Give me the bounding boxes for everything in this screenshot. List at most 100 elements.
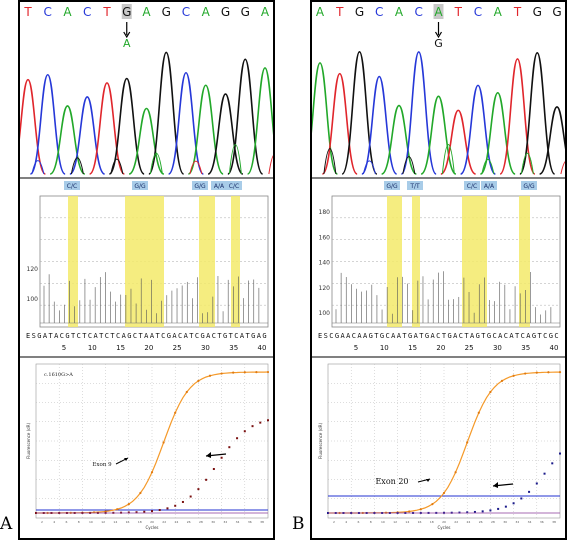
second-curve-marker xyxy=(267,419,269,422)
dispensation-index: 35 xyxy=(521,344,530,352)
genotype-tag: G/G xyxy=(386,183,398,190)
genotype-highlight-band xyxy=(462,196,487,327)
amp-x-tick: 12 xyxy=(101,520,105,524)
dispensation-letter: G xyxy=(476,332,480,340)
dispensation-letter: C xyxy=(212,332,216,340)
base-call: G xyxy=(241,5,250,19)
second-curve-marker xyxy=(166,507,169,510)
amp-x-tick: 8 xyxy=(78,520,80,524)
trace-peak xyxy=(246,67,273,175)
orange-curve-marker xyxy=(208,374,212,377)
second-curve-marker xyxy=(181,500,184,503)
second-curve-marker xyxy=(228,446,231,449)
second-curve-marker xyxy=(251,425,254,428)
amp-x-tick: 12 xyxy=(393,520,397,524)
dispensation-index: 15 xyxy=(408,344,417,352)
genotype-tag: G/G xyxy=(134,183,146,190)
genotype-tag: G/G xyxy=(523,183,535,190)
dispensation-letter: A xyxy=(54,332,59,340)
orange-curve-marker xyxy=(150,471,154,474)
second-curve-marker xyxy=(504,505,507,508)
trace-minor-peak xyxy=(31,160,45,175)
pyrogram-y-tick: 180 xyxy=(319,209,331,216)
pyrogram-y-tick: 120 xyxy=(319,285,331,292)
pyrogram-y-tick: 120 xyxy=(27,266,39,273)
dispensation-letter: C xyxy=(459,332,463,340)
dispensation-letter: G xyxy=(425,332,429,340)
genotype-tag: C/C xyxy=(467,183,477,190)
orange-curve-marker xyxy=(162,441,165,444)
orange-curve-marker xyxy=(489,390,492,394)
base-call: C xyxy=(474,5,482,19)
orange-curve-marker xyxy=(419,508,422,511)
dispensation-letter: S xyxy=(324,332,328,340)
dispensation-index: 40 xyxy=(550,344,559,352)
trace-minor-peak xyxy=(110,158,124,175)
orange-curve-marker xyxy=(500,379,504,382)
amp-x-tick: 34 xyxy=(236,520,240,524)
amp-x-tick: 26 xyxy=(479,520,483,524)
dispensation-index: 15 xyxy=(116,344,125,352)
base-call: T xyxy=(335,5,344,19)
dispensation-letter: C xyxy=(352,332,356,340)
dispensation-letter: G xyxy=(369,332,373,340)
base-call: T xyxy=(513,5,522,19)
amp-x-tick: 34 xyxy=(528,520,532,524)
amp-x-tick: 10 xyxy=(89,520,93,524)
second-curve-marker xyxy=(212,468,215,471)
second-curve-marker xyxy=(535,482,538,485)
amp-plot-frame xyxy=(35,363,269,519)
amp-x-tick: 18 xyxy=(430,520,434,524)
dispensation-letter: G xyxy=(223,332,227,340)
pyrogram-y-tick: 100 xyxy=(27,296,39,303)
pyrogram-b: G/G T/T C/C A/A G/G180160140120100E S C G A A C A A G… xyxy=(312,181,565,358)
dispensation-letter: T xyxy=(82,332,87,340)
orange-curve-marker xyxy=(116,508,119,511)
dispensation-index: 20 xyxy=(144,344,153,352)
amp-x-tick: 24 xyxy=(175,520,179,524)
trace-peak xyxy=(539,106,565,175)
orange-curve-marker xyxy=(466,441,469,444)
second-curve-marker xyxy=(189,495,192,498)
dispensation-index: 30 xyxy=(493,344,502,352)
amp-x-tick: 16 xyxy=(126,520,130,524)
dispensation-letter: T xyxy=(155,332,160,340)
genotype-tag: C/C xyxy=(229,183,239,190)
base-call: T xyxy=(454,5,463,19)
dispensation-index: 5 xyxy=(62,344,66,352)
second-curve-marker xyxy=(481,510,484,513)
dispensation-letter: A xyxy=(346,332,351,340)
amp-x-tick: 32 xyxy=(223,520,227,524)
amp-x-tick: 2 xyxy=(41,520,43,524)
base-call: C xyxy=(182,5,190,19)
pyrogram-a: C/C G/G G/G A/A C/C100120E S G A T A C G T C T C A T C T C A G… xyxy=(20,181,273,358)
amp-x-tick: 36 xyxy=(540,520,544,524)
dispensation-letter: A xyxy=(172,332,177,340)
dispensation-letter: G xyxy=(37,332,41,340)
panel-label-a: A xyxy=(0,514,13,534)
panel-b-figure: A T G C A C A T C A T G GG G/G T/T C/C A/A G/G1801601401… xyxy=(312,4,565,530)
amp-y-axis-title: Fluorescence (dR) xyxy=(26,423,31,460)
chromatogram-b: A T G C A C A T C A T G GG xyxy=(312,4,565,179)
amp-x-tick: 30 xyxy=(503,520,507,524)
dispensation-letter: A xyxy=(43,332,48,340)
second-curve-marker xyxy=(528,490,531,493)
variant-base-call: A xyxy=(123,37,131,50)
dispensation-letter: C xyxy=(504,332,508,340)
amp-x-tick: 38 xyxy=(552,520,556,524)
dispensation-index: 20 xyxy=(436,344,445,352)
base-call: C xyxy=(415,5,423,19)
dispensation-letter: G xyxy=(380,332,384,340)
dispensation-letter: G xyxy=(532,332,536,340)
amp-x-tick: 20 xyxy=(150,520,154,524)
dispensation-letter: A xyxy=(184,332,189,340)
dispensation-letter: T xyxy=(419,332,424,340)
dispensation-letter: T xyxy=(515,332,520,340)
amp-x-tick: 30 xyxy=(211,520,215,524)
trace-peak xyxy=(400,51,437,175)
base-call: G xyxy=(533,5,542,19)
orange-curve-marker xyxy=(535,371,538,374)
dispensation-letter: C xyxy=(436,332,440,340)
second-curve-marker xyxy=(151,510,153,513)
amp-x-tick: 28 xyxy=(199,520,203,524)
